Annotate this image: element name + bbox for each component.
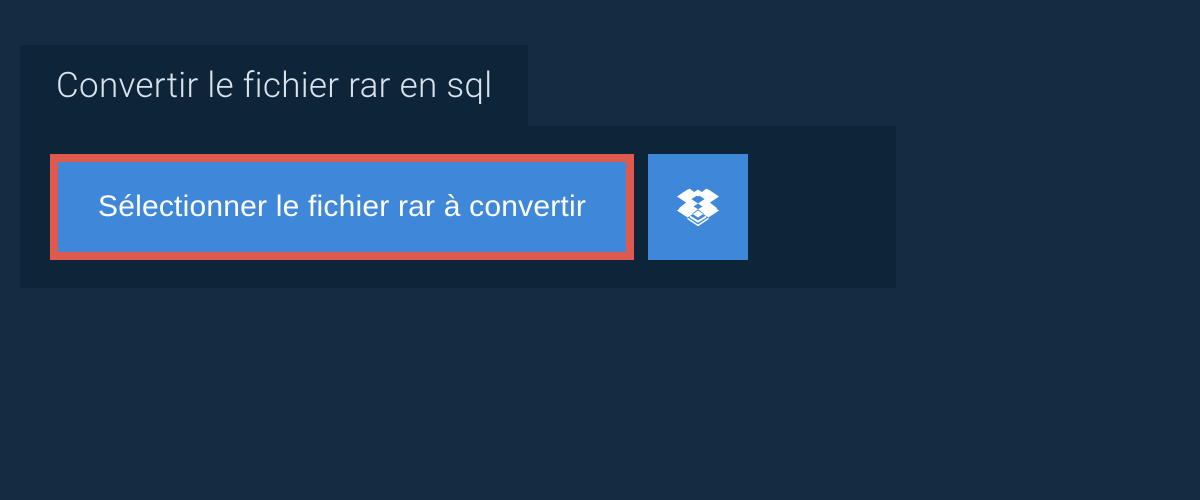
dropbox-button[interactable] <box>648 154 748 260</box>
select-file-button[interactable]: Sélectionner le fichier rar à convertir <box>58 162 626 252</box>
page-title: Convertir le fichier rar en sql <box>20 45 528 126</box>
select-file-highlight: Sélectionner le fichier rar à convertir <box>50 154 634 260</box>
upload-panel: Sélectionner le fichier rar à convertir <box>20 126 896 288</box>
button-row: Sélectionner le fichier rar à convertir <box>50 154 866 260</box>
title-text: Convertir le fichier rar en sql <box>56 65 492 106</box>
dropbox-icon <box>677 186 719 228</box>
select-file-label: Sélectionner le fichier rar à convertir <box>98 190 586 223</box>
